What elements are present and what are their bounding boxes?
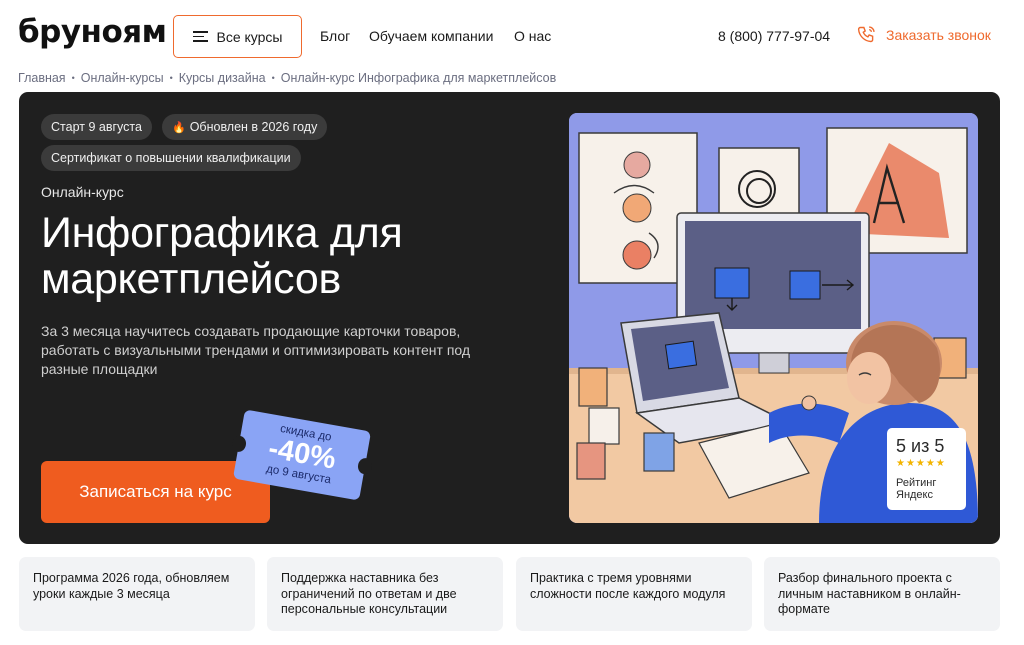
feature-card: Поддержка наставника без ограничений по … [267,557,503,631]
site-header: бруноям Все курсы Блог Обучаем компании … [0,0,1024,72]
hero-banner: Старт 9 августа 🔥 Обновлен в 2026 году С… [19,92,1000,544]
certificate-text: Сертификат о повышении квалификации [51,151,291,165]
feature-card: Программа 2026 года, обновляем уроки каж… [19,557,255,631]
all-courses-button[interactable]: Все курсы [173,15,302,58]
course-type-label: Онлайн-курс [41,184,124,200]
yandex-rating-badge: 5 из 5 ★★★★★ Рейтинг Яндекс [887,428,966,510]
callback-label: Заказать звонок [886,26,991,43]
callback-link[interactable]: Заказать звонок [856,24,991,45]
nav-about[interactable]: О нас [514,28,551,44]
feature-card: Разбор финального проекта с личным наста… [764,557,1000,631]
breadcrumb-home[interactable]: Главная [18,71,66,85]
start-date-badge: Старт 9 августа [41,114,152,140]
logo[interactable]: бруноям [18,14,167,50]
breadcrumb-current: Онлайн-курс Инфографика для маркетплейсо… [280,71,557,85]
rating-label: Рейтинг Яндекс [896,477,937,501]
nav-blog[interactable]: Блог [320,28,350,44]
certificate-badge: Сертификат о повышении квалификации [41,145,301,171]
fire-icon: 🔥 [172,121,186,134]
course-description: За 3 месяца научитесь создавать продающи… [41,323,471,377]
breadcrumb-separator: • [169,73,173,83]
rating-score: 5 из 5 [896,436,945,456]
menu-icon [192,31,208,42]
updated-text: Обновлен в 2026 году [189,120,318,134]
updated-badge: 🔥 Обновлен в 2026 году [162,114,328,140]
nav-companies[interactable]: Обучаем компании [369,28,493,44]
phone-link[interactable]: 8 (800) 777-97-04 [718,28,830,44]
breadcrumb-design-courses[interactable]: Курсы дизайна [179,71,266,85]
breadcrumb-separator: • [271,73,275,83]
phone-icon [857,26,875,43]
breadcrumb: Главная • Онлайн-курсы • Курсы дизайна •… [18,71,556,85]
all-courses-label: Все курсы [216,28,283,45]
page-title: Инфографика для маркетплейсов [41,209,403,303]
breadcrumb-online-courses[interactable]: Онлайн-курсы [81,71,164,85]
breadcrumb-separator: • [71,73,75,83]
start-date-text: Старт 9 августа [51,120,142,134]
star-icons: ★★★★★ [896,458,946,469]
feature-card: Практика с тремя уровнями сложности посл… [516,557,752,631]
